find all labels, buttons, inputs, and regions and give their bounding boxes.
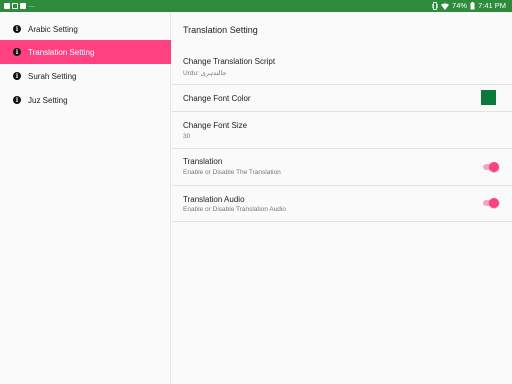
setting-title: Translation [183,157,223,166]
setting-summary: Urdu: جالندہری [183,70,227,77]
status-bar: ... 74% 7:41 PM [0,0,512,12]
translation-audio-toggle[interactable] [483,198,499,208]
wifi-icon [441,2,450,10]
setting-title: Change Font Color [183,94,251,103]
sidebar-item-translation-setting[interactable]: i Translation Setting [0,40,171,64]
battery-percent: 74% [452,1,468,10]
sidebar-item-juz-setting[interactable]: i Juz Setting [0,88,171,112]
battery-icon [470,2,475,10]
setting-summary: 30 [183,133,191,140]
image-icon [4,2,10,9]
sidebar-item-arabic-setting[interactable]: i Arabic Setting [0,17,171,41]
clock: 7:41 PM [478,1,506,10]
page-title: Translation Setting [183,25,258,35]
info-icon: i [13,25,21,33]
setting-translation[interactable]: Translation Enable or Disable The Transl… [172,149,512,186]
info-icon: i [13,96,21,104]
sidebar-item-surah-setting[interactable]: i Surah Setting [0,64,171,88]
vibrate-icon [432,2,439,10]
settings-pane: Translation Setting Change Translation S… [172,12,512,384]
color-swatch[interactable] [481,90,496,105]
sidebar-item-label: Arabic Setting [28,24,78,34]
setting-title: Translation Audio [183,195,245,204]
system-icons: 74% 7:41 PM [432,1,506,11]
notification-icons: ... [4,2,35,9]
toggle-thumb [489,198,499,208]
setting-translation-script[interactable]: Change Translation Script Urdu: جالندہری [172,49,512,85]
translation-toggle[interactable] [483,162,499,172]
setting-translation-audio[interactable]: Translation Audio Enable or Disable Tran… [172,186,512,222]
setting-title: Change Translation Script [183,57,276,66]
setting-font-color[interactable]: Change Font Color [172,85,512,112]
download-icon [12,2,18,9]
toggle-thumb [489,162,499,172]
settings-sidebar: i Arabic Setting i Translation Setting i… [0,12,171,384]
info-icon: i [13,72,21,80]
gallery-icon [20,2,26,9]
info-icon: i [13,48,21,56]
sidebar-item-label: Translation Setting [28,47,95,57]
setting-font-size[interactable]: Change Font Size 30 [172,112,512,149]
notification-overflow: ... [29,2,35,9]
sidebar-item-label: Juz Setting [28,95,68,105]
setting-summary: Enable or Disable The Translation [183,169,281,176]
sidebar-item-label: Surah Setting [28,71,77,81]
setting-summary: Enable or Disable Translation Audio [183,206,286,213]
setting-title: Change Font Size [183,121,248,130]
